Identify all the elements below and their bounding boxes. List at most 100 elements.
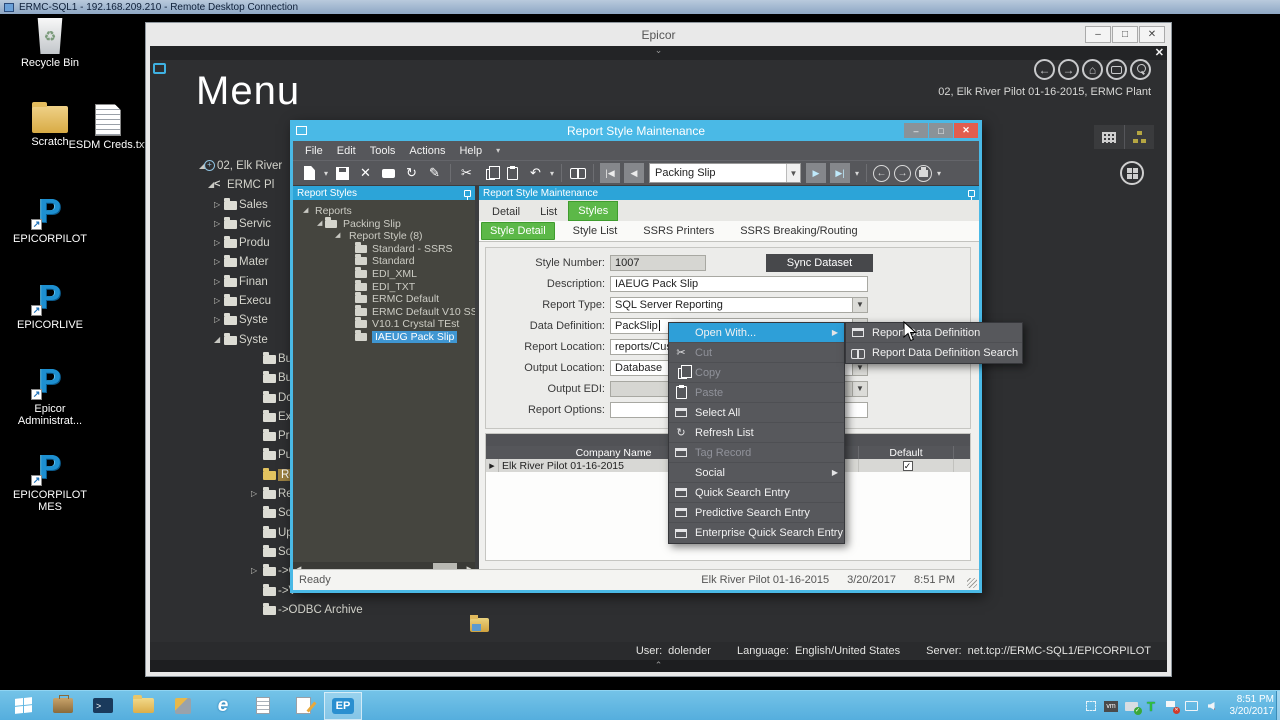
memo-button[interactable] xyxy=(378,163,399,183)
expand-icon[interactable] xyxy=(214,219,220,228)
chevron-down-icon[interactable]: ▾ xyxy=(322,169,330,178)
tree-item[interactable]: EDI_TXT xyxy=(293,279,475,294)
menu-edit[interactable]: Edit xyxy=(337,145,356,157)
navigate-back-button[interactable]: ← xyxy=(873,164,890,182)
expand-icon[interactable] xyxy=(214,257,220,266)
subtab-ssrs-printers[interactable]: SSRS Printers xyxy=(635,223,722,239)
epicorpilot-mes-shortcut[interactable]: P ↗ EPICORPILOT MES xyxy=(8,450,92,514)
collapse-icon[interactable] xyxy=(317,219,322,227)
expand-icon[interactable] xyxy=(214,200,220,209)
server-manager[interactable] xyxy=(44,692,82,720)
pin-icon[interactable] xyxy=(464,189,471,200)
tab-list[interactable]: List xyxy=(531,203,566,221)
expand-icon[interactable] xyxy=(214,296,220,305)
volume-icon[interactable] xyxy=(1204,700,1218,712)
close-icon[interactable]: ✕ xyxy=(1155,46,1164,59)
epicor-app[interactable]: EP xyxy=(324,691,362,720)
shortcuts-icon[interactable]: T xyxy=(1144,699,1158,714)
vm-icon[interactable]: vm xyxy=(1104,700,1118,712)
menu-item-refresh-list[interactable]: ↻ Refresh List xyxy=(669,423,844,443)
paste-button[interactable] xyxy=(502,163,523,183)
delete-button[interactable]: ✕ xyxy=(355,163,376,183)
chevron-down-icon[interactable]: ▼ xyxy=(786,164,800,182)
description-field[interactable]: IAEUG Pack Slip xyxy=(610,275,868,292)
chevron-down-icon[interactable]: ▾ xyxy=(935,169,943,178)
maximize-button[interactable]: □ xyxy=(1112,26,1138,43)
rsm-titlebar[interactable]: Report Style Maintenance – □ ✕ xyxy=(290,120,982,141)
search-button[interactable] xyxy=(567,163,588,183)
menu-item-social[interactable]: Social ▶ xyxy=(669,463,844,483)
expand-icon[interactable] xyxy=(251,566,257,575)
grid-view-toggle[interactable] xyxy=(1094,125,1124,149)
row-selector-icon[interactable]: ▶ xyxy=(486,459,499,472)
output-edi-dropdown[interactable]: ▼ xyxy=(853,380,868,397)
sync-flag-icon[interactable] xyxy=(1164,700,1180,714)
tree-item[interactable]: Standard xyxy=(293,254,475,268)
expand-icon[interactable] xyxy=(214,315,220,324)
chevron-down-icon[interactable]: ⌄ xyxy=(655,46,663,56)
navigate-forward-button[interactable]: → xyxy=(894,164,911,182)
cut-button[interactable]: ✂ xyxy=(456,163,477,183)
show-hidden-icon[interactable] xyxy=(1084,700,1098,712)
tab-styles[interactable]: Styles xyxy=(568,201,619,221)
tree-item[interactable]: Report Style (8) xyxy=(293,230,475,243)
next-record-button[interactable]: ▶ xyxy=(806,163,826,183)
collapse-icon[interactable] xyxy=(303,206,308,214)
tab-detail[interactable]: Detail xyxy=(483,203,529,221)
usb-icon[interactable] xyxy=(1124,700,1142,715)
tree-item[interactable]: ->ODBC Archive xyxy=(196,602,516,621)
powershell[interactable]: > xyxy=(84,692,122,720)
notepad[interactable] xyxy=(244,692,282,720)
home-icon[interactable]: ⌂ xyxy=(1082,59,1103,80)
collapse-icon[interactable] xyxy=(335,231,340,239)
internet-explorer[interactable]: e xyxy=(204,692,242,720)
collapse-icon[interactable] xyxy=(214,335,220,344)
rsm-detail-panel-header[interactable]: Report Style Maintenance xyxy=(479,186,979,200)
menu-item-report-data-definition-search[interactable]: Report Data Definition Search xyxy=(846,343,1022,363)
tree-item[interactable]: ERMC Default xyxy=(293,292,475,306)
rsm-close-button[interactable]: ✕ xyxy=(954,123,978,138)
expand-icon[interactable] xyxy=(214,277,220,286)
epicor-admin-shortcut[interactable]: P ↗ Epicor Administrat... xyxy=(8,364,92,428)
epicorlive-shortcut[interactable]: P ↗ EPICORLIVE xyxy=(8,280,92,332)
menu-item-quick-search-entry[interactable]: Quick Search Entry xyxy=(669,483,844,503)
previous-record-button[interactable]: ◀ xyxy=(624,163,644,183)
menu-item-open-with[interactable]: Open With... ▶ xyxy=(669,323,844,343)
report-type-dropdown[interactable]: ▼ xyxy=(853,296,868,313)
minimize-button[interactable]: – xyxy=(1085,26,1111,43)
feedback-icon[interactable] xyxy=(1106,59,1127,80)
default-column-header[interactable]: Default xyxy=(859,446,954,459)
expand-icon[interactable] xyxy=(214,238,220,247)
save-button[interactable] xyxy=(332,163,353,183)
admin-tool[interactable] xyxy=(164,692,202,720)
forward-icon[interactable]: → xyxy=(1058,59,1079,80)
taskbar-clock[interactable]: 8:51 PM 3/20/2017 xyxy=(1230,694,1275,718)
back-icon[interactable]: ← xyxy=(1034,59,1055,80)
search-icon[interactable] xyxy=(1130,59,1151,80)
tree-item[interactable]: Reports xyxy=(293,205,475,218)
new-record-button[interactable] xyxy=(299,163,320,183)
default-checkbox[interactable]: ✓ xyxy=(902,460,913,471)
report-editor[interactable] xyxy=(284,692,322,720)
subtab-style-detail[interactable]: Style Detail xyxy=(481,222,555,240)
first-record-button[interactable]: |◀ xyxy=(600,163,620,183)
rsm-minimize-button[interactable]: – xyxy=(904,123,928,138)
epicor-bottom-strip[interactable]: ⌃ xyxy=(150,660,1167,672)
network-icon[interactable] xyxy=(1184,700,1198,712)
recycle-bin[interactable]: ♻ Recycle Bin xyxy=(8,18,92,69)
menu-item-predictive-search-entry[interactable]: Predictive Search Entry xyxy=(669,503,844,523)
tree-item[interactable]: V10.1 Crystal TEst xyxy=(293,317,475,331)
copy-button[interactable] xyxy=(479,163,500,183)
refresh-button[interactable]: ↻ xyxy=(401,163,422,183)
menu-tools[interactable]: Tools xyxy=(370,145,396,157)
tree-item[interactable]: Packing Slip xyxy=(293,216,475,231)
tree-item[interactable]: IAEUG Pack Slip xyxy=(293,329,475,344)
subtab-ssrs-breaking-routing[interactable]: SSRS Breaking/Routing xyxy=(732,223,865,239)
file-explorer[interactable] xyxy=(124,692,162,720)
clear-button[interactable]: ✎ xyxy=(424,163,445,183)
chevron-down-icon[interactable]: ▾ xyxy=(496,146,500,155)
epicorpilot-shortcut[interactable]: P ↗ EPICORPILOT xyxy=(8,194,92,246)
menu-item-report-data-definition[interactable]: Report Data Definition xyxy=(846,323,1022,343)
menu-item-enterprise-quick-search-entry[interactable]: Enterprise Quick Search Entry xyxy=(669,523,844,543)
expand-icon[interactable] xyxy=(251,489,257,498)
